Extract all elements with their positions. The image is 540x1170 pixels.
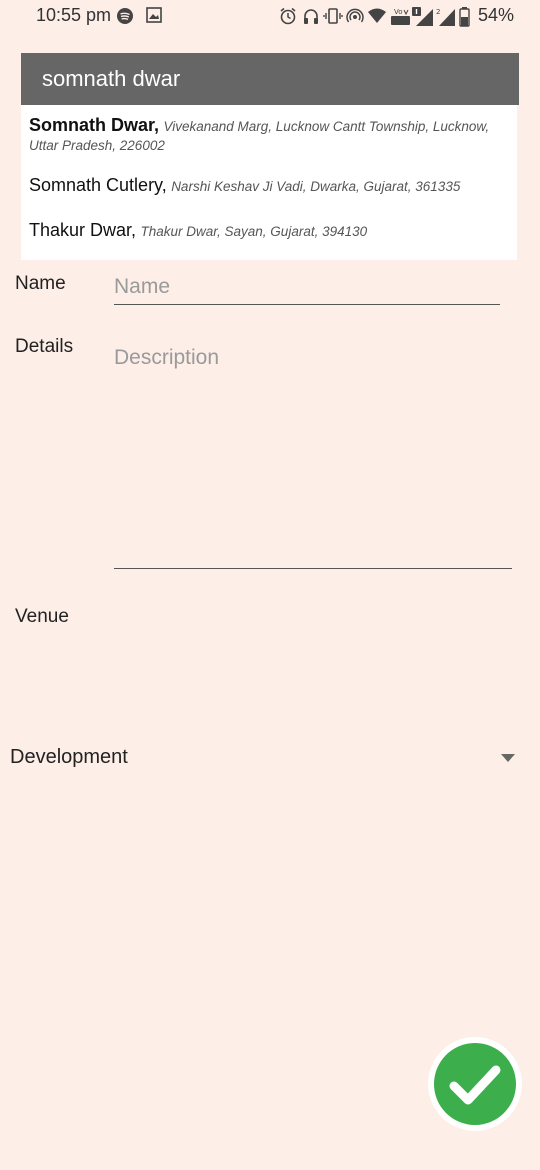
submit-fab-button[interactable]	[428, 1037, 522, 1131]
place-search-input[interactable]: somnath dwar	[21, 53, 519, 105]
dropdown-arrow-icon	[501, 754, 515, 762]
search-query-text: somnath dwar	[42, 66, 181, 91]
suggestion-address: Thakur Dwar, Sayan, Gujarat, 394130	[140, 224, 368, 239]
svg-text:2: 2	[436, 8, 440, 16]
suggestion-item[interactable]: Somnath Cutlery, Narshi Keshav Ji Vadi, …	[29, 175, 509, 196]
suggestion-address: Narshi Keshav Ji Vadi, Dwarka, Gujarat, …	[171, 179, 461, 194]
suggestion-name: Somnath Dwar,	[29, 115, 160, 135]
signal-2-icon: 2	[436, 8, 455, 26]
suggestion-list: Somnath Dwar, Vivekanand Marg, Lucknow C…	[21, 105, 517, 260]
venue-label: Venue	[15, 606, 69, 627]
vibrate-icon	[323, 8, 343, 24]
headset-icon	[304, 9, 318, 24]
volte-icon: Vo	[391, 8, 410, 25]
alarm-icon	[280, 7, 296, 25]
suggestion-address: Vivekanand Marg, Lucknow Cantt Township,…	[163, 119, 490, 134]
signal-icon	[412, 7, 433, 26]
status-bar: 10:55 pm Vo 2 54%	[0, 0, 540, 34]
details-label: Details	[15, 336, 74, 357]
image-icon	[146, 7, 162, 23]
wifi-icon	[368, 8, 386, 23]
spotify-icon	[117, 8, 133, 24]
name-input[interactable]	[114, 270, 500, 305]
status-time: 10:55 pm	[36, 5, 112, 25]
suggestion-item[interactable]: Somnath Dwar, Vivekanand Marg, Lucknow C…	[29, 115, 509, 154]
svg-text:Vo: Vo	[394, 8, 403, 16]
suggestion-item[interactable]: Thakur Dwar, Thakur Dwar, Sayan, Gujarat…	[29, 220, 509, 241]
check-icon	[449, 1065, 501, 1105]
category-select[interactable]: Development	[10, 740, 520, 776]
name-label: Name	[15, 273, 66, 294]
fab-circle	[434, 1043, 516, 1125]
battery-icon	[459, 7, 470, 27]
category-selected-value: Development	[10, 746, 128, 768]
hotspot-icon	[346, 8, 364, 23]
suggestion-name: Somnath Cutlery,	[29, 175, 167, 195]
battery-percent: 54%	[477, 5, 514, 25]
suggestion-name: Thakur Dwar,	[29, 220, 137, 240]
description-input[interactable]	[114, 346, 512, 569]
suggestion-address-line2: Uttar Pradesh, 226002	[29, 138, 165, 153]
